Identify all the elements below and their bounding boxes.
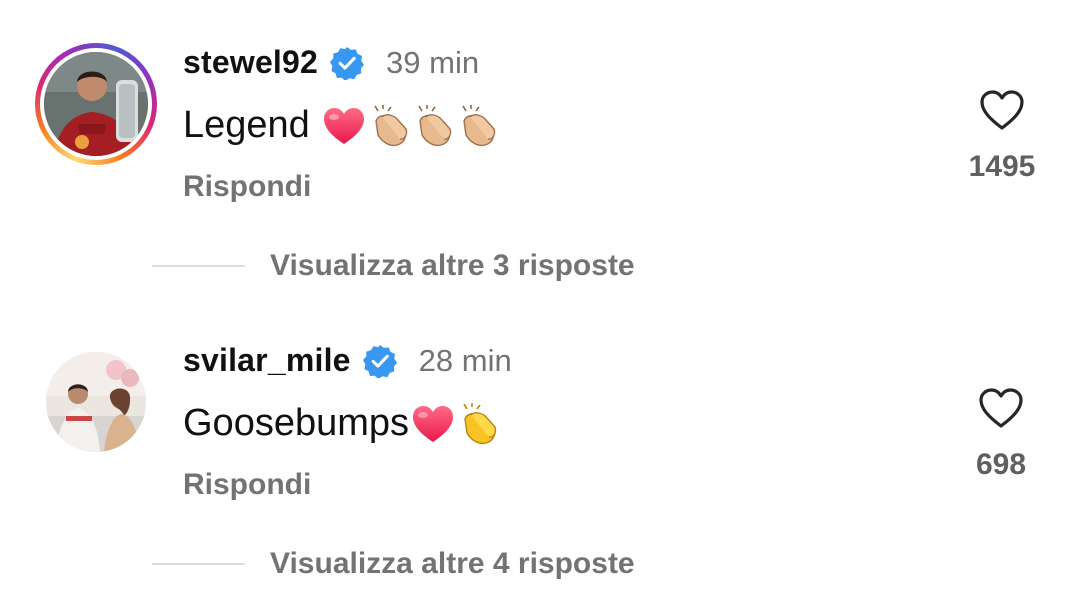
heart-emoji [413, 405, 454, 442]
avatar[interactable] [44, 52, 148, 156]
clap-emoji [374, 104, 407, 146]
clap-emoji [418, 104, 451, 146]
comment-item: svilar_mile 28 min Goosebumps Rispondi 6… [0, 298, 1080, 580]
verified-badge-icon [362, 344, 397, 378]
divider-line [152, 265, 245, 267]
like-count: 1495 [968, 150, 1036, 183]
comment-header: stewel92 39 min [183, 44, 479, 81]
like-count: 698 [975, 448, 1027, 481]
view-replies[interactable]: Visualizza altre 4 risposte [152, 547, 635, 581]
username[interactable]: stewel92 [183, 44, 318, 81]
comment-header: svilar_mile 28 min [183, 342, 512, 379]
comment-time: 28 min [418, 342, 512, 378]
heart-emoji [323, 107, 364, 144]
view-replies[interactable]: Visualizza altre 3 risposte [152, 249, 635, 283]
heart-outline-icon[interactable] [977, 386, 1025, 430]
comment-text-row: Legend [183, 104, 498, 147]
clap-emoji [462, 104, 495, 146]
heart-outline-icon[interactable] [978, 88, 1026, 132]
comment-item: stewel92 39 min Legend Rispondi 1495 Vis… [0, 0, 1080, 282]
view-replies-label[interactable]: Visualizza altre 3 risposte [270, 249, 635, 283]
like-control: 1495 [947, 88, 1057, 184]
username[interactable]: svilar_mile [183, 342, 351, 379]
comment-text: Goosebumps [183, 402, 410, 444]
comment-time: 39 min [386, 44, 480, 80]
reply-button[interactable]: Rispondi [183, 468, 311, 502]
comment-text-row: Goosebumps [183, 402, 499, 445]
verified-badge-icon [330, 46, 365, 80]
reply-button[interactable]: Rispondi [183, 170, 311, 204]
clap-emoji [463, 402, 497, 444]
comment-text: Legend [183, 104, 310, 146]
like-control: 698 [946, 386, 1056, 482]
avatar[interactable] [46, 352, 146, 452]
view-replies-label[interactable]: Visualizza altre 4 risposte [270, 547, 635, 581]
divider-line [152, 563, 245, 565]
